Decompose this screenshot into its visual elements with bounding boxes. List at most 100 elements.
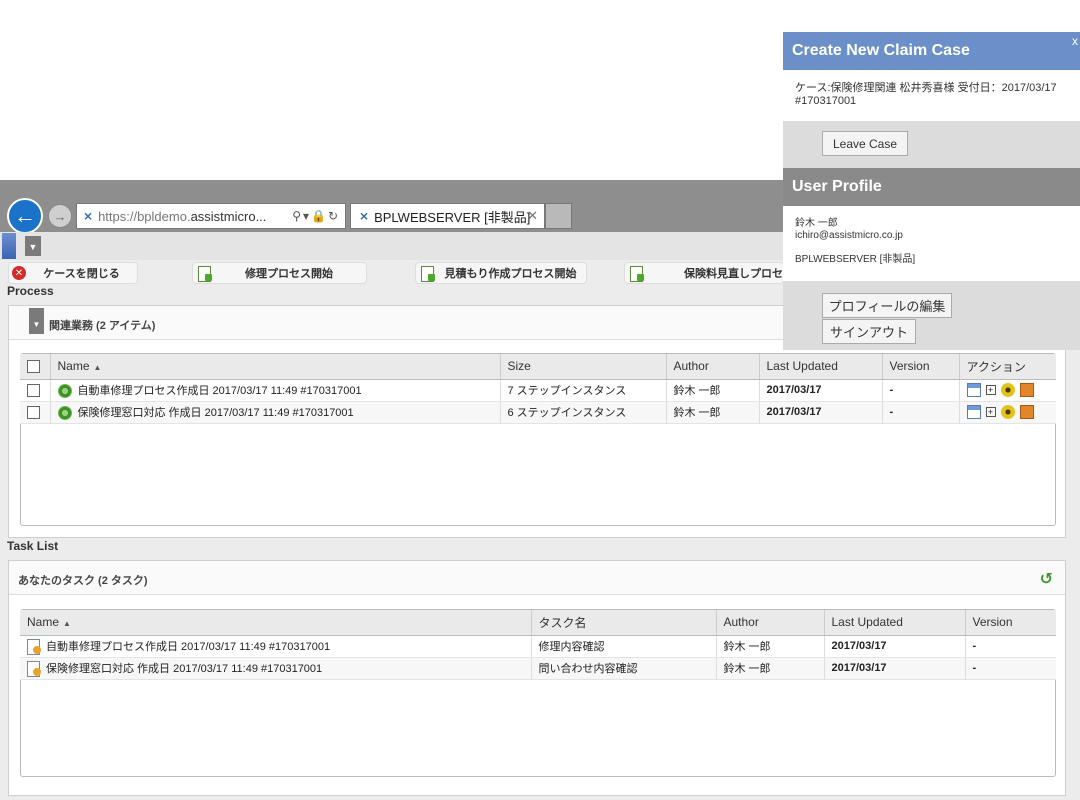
user-profile-footer: プロフィールの編集 サインアウト: [783, 281, 1080, 350]
col-last-updated[interactable]: Last Updated: [759, 354, 883, 380]
row-updated: 2017/03/17: [824, 635, 966, 658]
forward-arrow-icon[interactable]: →: [48, 204, 72, 228]
row-name[interactable]: 自動車修理プロセス作成日 2017/03/17 11:49 #170317001: [46, 641, 330, 653]
address-url: https://bpldemo.assistmicro...: [98, 208, 267, 224]
row-name[interactable]: 保険修理窓口対応 作成日 2017/03/17 11:49 #170317001: [78, 407, 354, 419]
task-section-label: Task List: [7, 539, 59, 553]
estimate-process-label: 見積もり作成プロセス開始: [444, 268, 577, 280]
table-row[interactable]: 自動車修理プロセス作成日 2017/03/17 11:49 #170317001…: [20, 379, 1056, 402]
calendar-icon[interactable]: [966, 383, 981, 397]
process-instance-icon: [57, 384, 72, 399]
start-process-icon: [198, 265, 212, 282]
col-version[interactable]: Version: [965, 610, 1056, 636]
task-icon: [27, 661, 41, 678]
sign-out-button[interactable]: サインアウト: [822, 319, 916, 344]
row-task: 問い合わせ内容確認: [531, 657, 717, 680]
col-version[interactable]: Version: [882, 354, 960, 380]
row-author: 鈴木 一郎: [666, 379, 760, 402]
settings-gear-icon[interactable]: [1000, 383, 1015, 397]
premium-review-label: 保険料見直しプロセ: [684, 268, 783, 280]
tab-close-icon[interactable]: ✕: [527, 208, 538, 224]
col-task-name[interactable]: タスク名: [531, 610, 717, 636]
row-checkbox[interactable]: [20, 379, 51, 402]
back-arrow-icon[interactable]: ←: [7, 198, 43, 234]
claim-case-title: Create New Claim Case: [792, 42, 970, 59]
task-panel-header: あなたのタスク (2 タスク) ↺: [9, 561, 1065, 595]
col-name[interactable]: Name ▲: [50, 354, 501, 380]
row-author: 鈴木 一郎: [716, 635, 825, 658]
close-case-label: ケースを閉じる: [43, 268, 120, 280]
row-author: 鈴木 一郎: [716, 657, 825, 680]
row-updated: 2017/03/17: [824, 657, 966, 680]
menu-dropdown-icon[interactable]: ▼: [25, 236, 41, 256]
close-case-icon: ✕: [12, 266, 26, 280]
row-size: 7 ステップインスタンス: [500, 379, 667, 402]
task-icon: [27, 639, 41, 656]
premium-review-button[interactable]: 保険料見直しプロセ: [624, 262, 784, 284]
claim-info-line: ケース:保険修理関連 松井秀喜様 受付日：2017/03/17: [795, 82, 1057, 94]
estimate-process-button[interactable]: 見積もり作成プロセス開始: [415, 262, 587, 284]
calendar-icon[interactable]: [966, 405, 981, 419]
user-profile-popup: User Profile 鈴木 一郎 ichiro@assistmicro.co…: [783, 168, 1080, 350]
task-panel-title: あなたのタスク (2 タスク): [18, 575, 148, 587]
collapse-icon[interactable]: ▼: [29, 308, 44, 334]
expand-icon[interactable]: +: [985, 385, 996, 395]
archive-icon[interactable]: [1019, 383, 1034, 397]
table-row[interactable]: 自動車修理プロセス作成日 2017/03/17 11:49 #170317001…: [20, 635, 1056, 658]
task-panel: あなたのタスク (2 タスク) ↺ Name ▲ タスク名 Author Last…: [8, 560, 1066, 796]
row-version: -: [965, 635, 1056, 658]
repair-process-button[interactable]: 修理プロセス開始: [192, 262, 367, 284]
row-name[interactable]: 自動車修理プロセス作成日 2017/03/17 11:49 #170317001: [78, 385, 362, 397]
row-updated: 2017/03/17: [759, 401, 883, 424]
row-version: -: [882, 401, 960, 424]
leave-case-button[interactable]: Leave Case: [822, 131, 908, 156]
row-checkbox[interactable]: [20, 401, 51, 424]
user-profile-title: User Profile: [783, 168, 1080, 206]
menu-icon[interactable]: [2, 233, 16, 259]
tab-favicon-icon: ⨯: [359, 209, 370, 223]
row-actions: +: [959, 379, 1056, 402]
address-bar[interactable]: ⨯ https://bpldemo.assistmicro... ⚲▾🔒↻: [76, 203, 346, 229]
address-tools-icon[interactable]: ⚲▾🔒↻: [292, 209, 340, 223]
claim-info-line: #170317001: [795, 95, 857, 107]
col-name[interactable]: Name ▲: [20, 610, 532, 636]
edit-profile-button[interactable]: プロフィールの編集: [822, 293, 952, 318]
row-version: -: [882, 379, 960, 402]
col-actions: アクション: [959, 354, 1056, 380]
refresh-icon[interactable]: ↺: [1040, 569, 1053, 589]
row-task: 修理内容確認: [531, 635, 717, 658]
row-author: 鈴木 一郎: [666, 401, 760, 424]
process-table: Name ▲ Size Author Last Updated Version ア…: [20, 354, 1056, 424]
claim-case-header: Create New Claim Case x: [783, 32, 1080, 70]
sort-asc-icon: ▲: [63, 619, 71, 629]
repair-process-label: 修理プロセス開始: [245, 268, 333, 280]
claim-case-footer: Leave Case: [783, 121, 1080, 170]
settings-gear-icon[interactable]: [1000, 405, 1015, 419]
tab-title: BPLWEBSERVER [非製品]: [374, 209, 531, 225]
table-row[interactable]: 保険修理窓口対応 作成日 2017/03/17 11:49 #170317001…: [20, 401, 1056, 424]
process-section-label: Process: [7, 284, 54, 298]
table-row[interactable]: 保険修理窓口対応 作成日 2017/03/17 11:49 #170317001…: [20, 657, 1056, 680]
user-server: BPLWEBSERVER [非製品]: [795, 254, 916, 265]
select-all-checkbox[interactable]: [20, 354, 51, 380]
row-name[interactable]: 保険修理窓口対応 作成日 2017/03/17 11:49 #170317001: [46, 663, 322, 675]
col-author[interactable]: Author: [666, 354, 760, 380]
col-last-updated[interactable]: Last Updated: [824, 610, 966, 636]
user-profile-info: 鈴木 一郎 ichiro@assistmicro.co.jp BPLWEBSER…: [783, 206, 1080, 281]
archive-icon[interactable]: [1019, 405, 1034, 419]
col-size[interactable]: Size: [500, 354, 667, 380]
row-size: 6 ステップインスタンス: [500, 401, 667, 424]
screen: ← → ⨯ https://bpldemo.assistmicro... ⚲▾🔒…: [0, 0, 1080, 800]
col-author[interactable]: Author: [716, 610, 825, 636]
close-icon[interactable]: x: [1072, 34, 1078, 48]
row-updated: 2017/03/17: [759, 379, 883, 402]
site-favicon-icon: ⨯: [83, 209, 94, 223]
task-table: Name ▲ タスク名 Author Last Updated Version 自…: [20, 610, 1056, 680]
new-tab-button[interactable]: [545, 203, 572, 229]
browser-tab[interactable]: ⨯ BPLWEBSERVER [非製品] ✕: [350, 203, 545, 229]
sort-asc-icon: ▲: [93, 363, 102, 373]
claim-case-popup: Create New Claim Case x ケース:保険修理関連 松井秀喜様…: [783, 32, 1080, 170]
expand-icon[interactable]: +: [985, 407, 996, 417]
start-process-icon: [421, 265, 435, 282]
close-case-button[interactable]: ✕ ケースを閉じる: [8, 262, 138, 284]
